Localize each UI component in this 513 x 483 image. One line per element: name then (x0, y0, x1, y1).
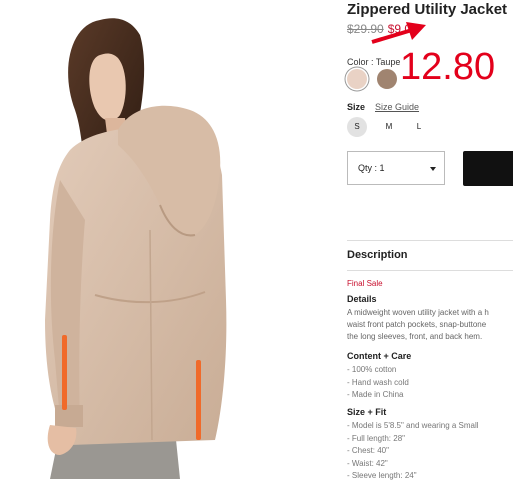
size-label: Size (347, 102, 366, 112)
size-fit-list: - Model is 5'8.5" and wearing a Small - … (347, 420, 479, 483)
size-option-m[interactable]: M (379, 117, 399, 137)
chevron-down-icon (430, 167, 436, 171)
color-row: Color : Taupe (347, 57, 400, 67)
description-title: Description (347, 249, 408, 261)
list-item: - Hand wash cold (347, 377, 409, 387)
list-item: - Model is 5'8.5" and wearing a Small (347, 421, 479, 430)
size-option-l[interactable]: L (409, 117, 429, 137)
list-item: - 100% cotton (347, 365, 397, 374)
details-line: the long sleeves, front, and back hem. (347, 332, 483, 341)
list-item: - Full length: 28" (347, 433, 405, 443)
product-title: Zippered Utility Jacket (347, 1, 508, 18)
size-guide-link[interactable]: Size Guide (375, 102, 419, 112)
quantity-select[interactable]: Qty : 1 (347, 151, 445, 185)
color-selected: Taupe (375, 57, 401, 67)
list-item: - Made in China (347, 390, 404, 399)
color-label: Color : (347, 57, 374, 67)
size-fit-heading: Size + Fit (347, 407, 387, 417)
color-swatch-light[interactable] (347, 69, 367, 89)
color-swatch-dark[interactable] (377, 69, 397, 89)
annotation-price: 12.80 (400, 46, 496, 88)
product-image (0, 0, 322, 479)
content-care-list: - 100% cotton - Hand wash cold - Made in… (347, 364, 409, 402)
details-text: A midweight woven utility jacket with a … (347, 307, 513, 343)
size-option-s[interactable]: S (347, 117, 367, 137)
list-item: - Sleeve length: 24" (347, 471, 417, 480)
details-heading: Details (347, 294, 377, 304)
divider (347, 270, 513, 271)
details-line: A midweight woven utility jacket with a … (347, 308, 489, 317)
add-to-bag-button[interactable] (463, 151, 513, 186)
details-line: waist front patch pockets, snap-buttone (347, 320, 487, 329)
content-care-heading: Content + Care (347, 351, 412, 361)
model-photo (45, 18, 227, 479)
final-sale-label: Final Sale (347, 279, 383, 288)
list-item: - Chest: 40" (347, 446, 389, 455)
list-item: - Waist: 42" (347, 458, 388, 468)
arrow-icon (371, 22, 426, 44)
divider (347, 240, 513, 241)
quantity-label: Qty : 1 (358, 163, 385, 173)
